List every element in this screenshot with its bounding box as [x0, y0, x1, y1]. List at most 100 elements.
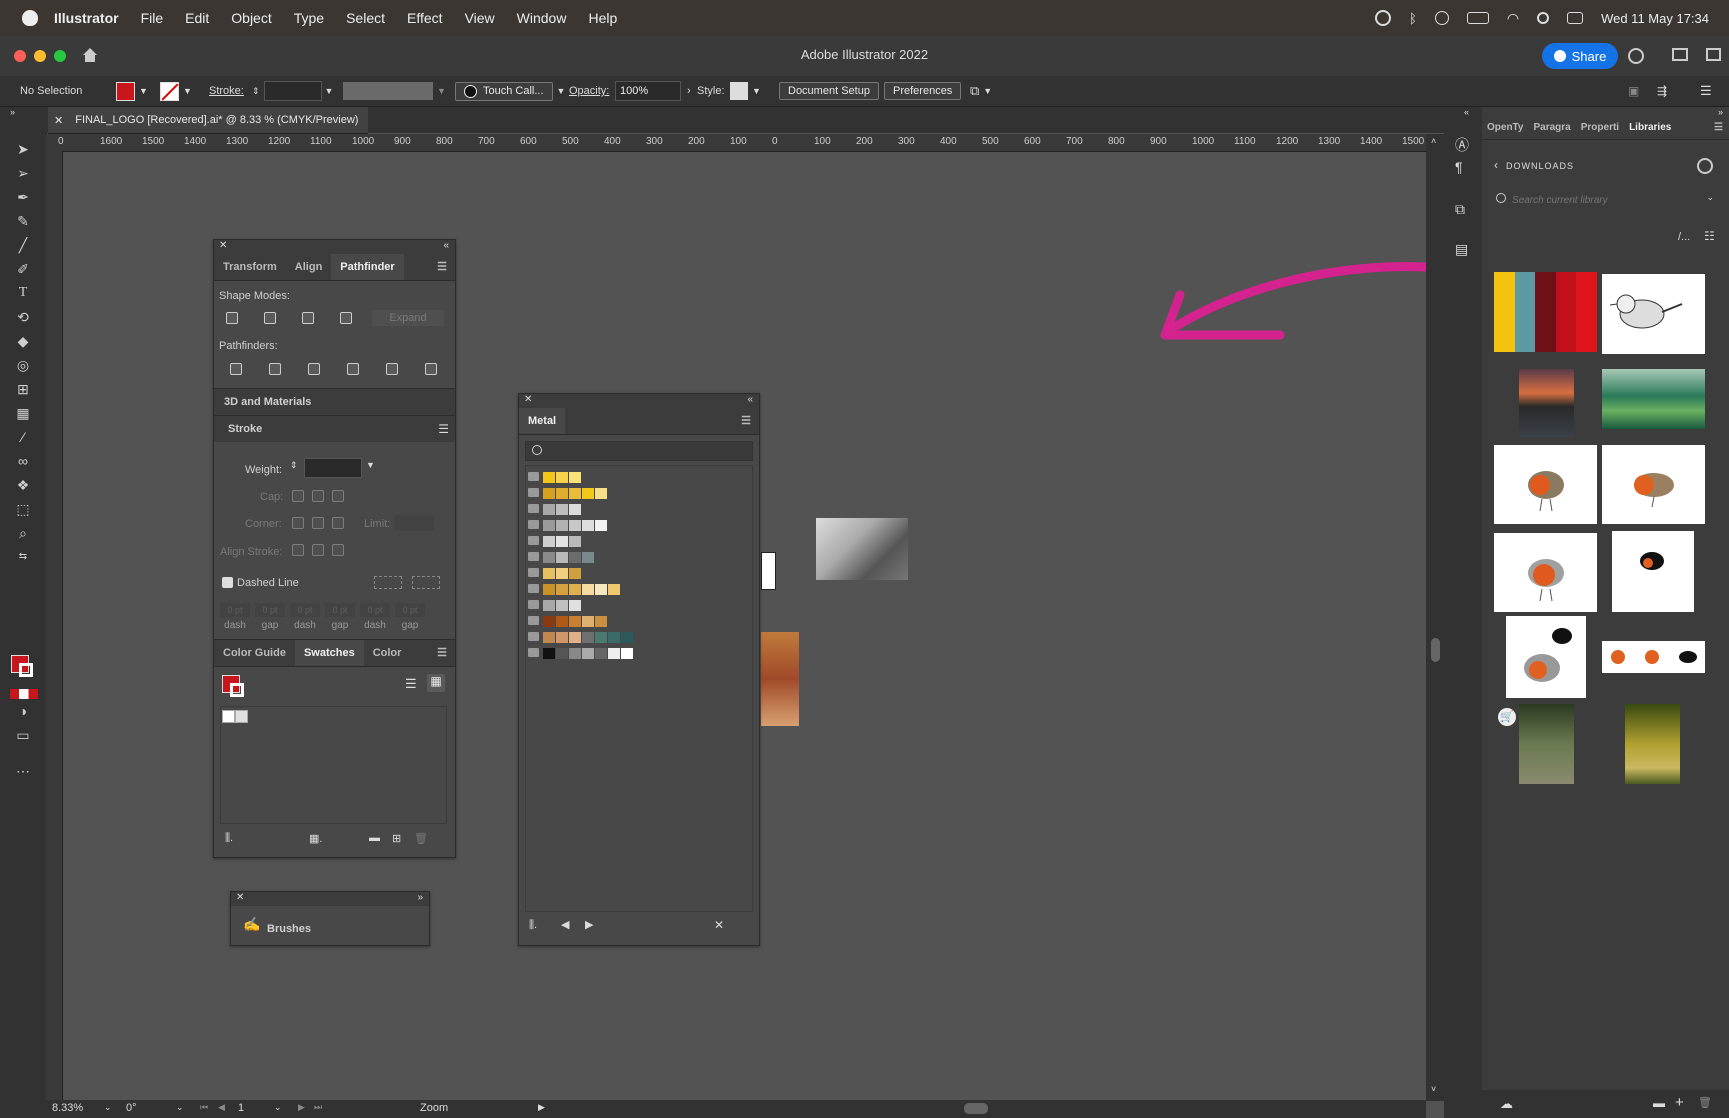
layers-icon[interactable]: ▤ — [1455, 241, 1468, 258]
stroke-weight-field[interactable] — [263, 81, 322, 101]
cart-icon[interactable]: 🛒 — [1498, 708, 1516, 726]
exclude-icon[interactable] — [340, 312, 352, 324]
color-mode-icons[interactable] — [10, 689, 38, 699]
menu-window[interactable]: Window — [517, 10, 567, 26]
collapse-icon[interactable]: « — [1464, 107, 1469, 117]
robin-silhouette-thumbnail[interactable] — [1506, 616, 1586, 698]
list-view-icon[interactable]: ☰ — [405, 676, 417, 692]
align-outside-icon[interactable] — [332, 544, 344, 556]
swatch[interactable] — [595, 616, 607, 627]
swatch[interactable] — [556, 584, 568, 595]
workspace-switcher-icon[interactable] — [1706, 48, 1721, 61]
swatch[interactable] — [582, 488, 594, 499]
swatch[interactable] — [556, 568, 568, 579]
weight-stepper[interactable]: ⇕ — [290, 460, 298, 471]
trim-icon[interactable] — [269, 363, 281, 375]
share-button[interactable]: Share — [1542, 43, 1618, 69]
robin-thumbnail-3[interactable] — [1494, 533, 1597, 612]
swatch[interactable] — [595, 520, 607, 531]
add-icon[interactable]: + — [1675, 1094, 1684, 1111]
artboard-tool-icon[interactable]: ⬚ — [14, 501, 32, 517]
minus-front-icon[interactable] — [264, 312, 276, 324]
collapse-panel-icon[interactable]: « — [443, 240, 449, 251]
sunset-rocks-thumbnail[interactable] — [1519, 369, 1574, 437]
menu-edit[interactable]: Edit — [185, 10, 209, 26]
swatch[interactable] — [556, 552, 568, 563]
artboard-image-grayscale[interactable] — [816, 518, 908, 580]
arrange-icon[interactable]: ⧉ — [970, 83, 979, 99]
type-tool-icon[interactable]: T — [14, 285, 32, 301]
eyedropper-tool-icon[interactable]: ⁄ — [14, 429, 32, 445]
last-artboard-icon[interactable]: ⏭ — [314, 1102, 322, 1113]
tab-libraries[interactable]: Libraries — [1624, 117, 1677, 139]
green-landscape-thumbnail[interactable] — [1602, 369, 1705, 429]
swatch[interactable] — [608, 648, 620, 659]
menu-object[interactable]: Object — [231, 10, 271, 26]
tab-color[interactable]: Color — [364, 640, 411, 666]
panel-menu-icon[interactable]: ☰ — [429, 254, 455, 280]
swatch[interactable] — [556, 536, 568, 547]
graphic-style-swatch[interactable] — [730, 82, 748, 100]
tree-tunnel-thumbnail-1[interactable] — [1519, 704, 1574, 784]
home-icon[interactable] — [82, 47, 98, 63]
color-group-row[interactable] — [528, 504, 581, 515]
swatch[interactable] — [582, 616, 594, 627]
swatch[interactable] — [569, 520, 581, 531]
swatch[interactable] — [569, 568, 581, 579]
paragraph-styles-icon[interactable]: ¶ — [1455, 159, 1463, 175]
first-artboard-icon[interactable]: ⏮ — [200, 1102, 208, 1113]
menu-file[interactable]: File — [141, 10, 164, 26]
tree-tunnel-thumbnail-2[interactable] — [1625, 704, 1680, 784]
scroll-thumb[interactable] — [1431, 638, 1440, 662]
swatch[interactable] — [582, 648, 594, 659]
swatch[interactable] — [582, 584, 594, 595]
swatch[interactable] — [569, 552, 581, 563]
panel-menu-icon[interactable]: ☰ — [1700, 83, 1712, 99]
document-tab[interactable]: ✕ FINAL_LOGO [Recovered].ai* @ 8.33 % (C… — [48, 107, 368, 134]
swatch[interactable] — [543, 632, 555, 643]
library-search-input[interactable] — [1510, 189, 1699, 211]
color-group-row[interactable] — [528, 520, 607, 531]
color-group-row[interactable] — [528, 552, 594, 563]
wifi-icon[interactable]: ◠ — [1507, 10, 1519, 27]
opacity-label[interactable]: Opacity: — [569, 76, 609, 106]
dashed-line-checkbox[interactable] — [222, 577, 233, 588]
collaborator-icon[interactable] — [1697, 158, 1713, 174]
panel-menu-icon[interactable]: ☰ — [438, 422, 449, 436]
bluetooth-icon[interactable]: ᛒ — [1409, 11, 1417, 26]
close-panel-icon[interactable]: ✕ — [524, 394, 532, 405]
color-group-row[interactable] — [528, 632, 633, 643]
stroke-swatch[interactable] — [19, 663, 33, 677]
expand-button[interactable]: Expand — [372, 310, 444, 326]
color-group-row[interactable] — [528, 616, 607, 627]
limit-field[interactable] — [394, 515, 434, 531]
square-cap-icon[interactable] — [332, 490, 344, 502]
opacity-field[interactable]: 100% — [615, 81, 681, 101]
swatch[interactable] — [582, 552, 594, 563]
scroll-down-icon[interactable]: ˅ — [1431, 1084, 1436, 1094]
swatch[interactable] — [543, 616, 555, 627]
chevron-down-icon[interactable]: ▼ — [557, 86, 566, 96]
tab-properties[interactable]: Properti — [1576, 117, 1624, 139]
gradient-tool-icon[interactable]: ▦ — [14, 405, 32, 421]
menu-effect[interactable]: Effect — [407, 10, 443, 26]
zoom-tool-icon[interactable]: ⌕ — [14, 525, 32, 541]
eraser-tool-icon[interactable]: ◆ — [14, 333, 32, 349]
preferences-button[interactable]: Preferences — [884, 82, 962, 100]
close-window-button[interactable] — [14, 50, 26, 62]
preserve-dash-icon[interactable] — [374, 576, 402, 589]
swatch[interactable] — [569, 488, 581, 499]
new-color-group-icon[interactable]: ▬ — [369, 832, 380, 844]
delete-swatch-icon[interactable]: 🗑 — [414, 832, 428, 845]
tab-color-guide[interactable]: Color Guide — [214, 640, 295, 666]
swatch-libraries-menu-icon[interactable]: ⫼. — [529, 919, 537, 932]
search-icon[interactable] — [1537, 12, 1550, 24]
swatch[interactable] — [595, 488, 607, 499]
clock[interactable]: Wed 11 May 17:34 — [1601, 11, 1709, 26]
stroke-tab[interactable]: Stroke — [214, 416, 455, 442]
align-center-icon[interactable] — [292, 544, 304, 556]
dash-gap-field[interactable]: 0 pt — [325, 603, 355, 617]
maximize-window-button[interactable] — [54, 50, 66, 62]
color-group-row[interactable] — [528, 488, 607, 499]
scroll-up-icon[interactable]: ˄ — [1431, 136, 1436, 146]
